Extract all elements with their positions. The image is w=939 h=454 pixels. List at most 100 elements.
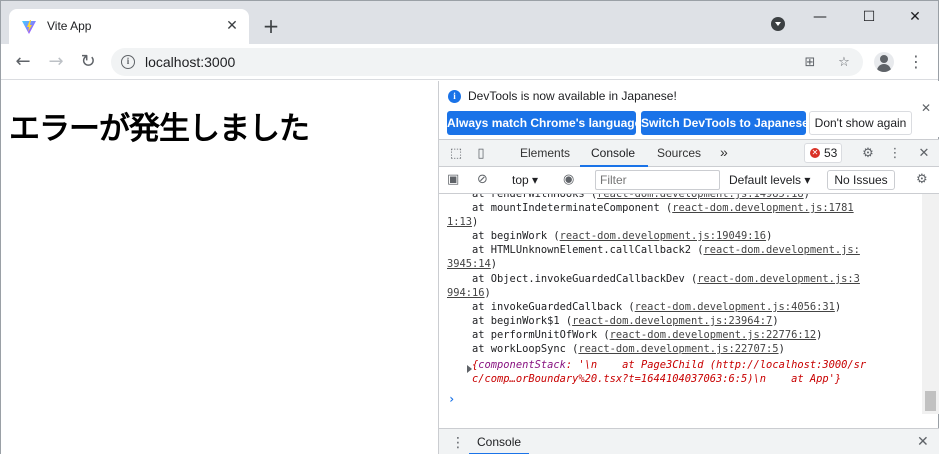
- stack-frame-suffix: ): [472, 216, 479, 228]
- source-link[interactable]: 1:13: [447, 216, 472, 228]
- console-filter-input[interactable]: [595, 170, 720, 190]
- source-link[interactable]: react-dom.development.js:19049:16: [560, 230, 766, 242]
- tab-console[interactable]: Console: [591, 146, 635, 160]
- stack-frame-suffix: ): [778, 343, 785, 355]
- scrollbar-thumb[interactable]: [925, 391, 936, 411]
- error-count: 53: [824, 146, 838, 160]
- browser-tab[interactable]: Vite App ✕: [9, 9, 249, 44]
- stack-frame-suffix: ): [490, 258, 498, 270]
- console-object-line-1[interactable]: {componentStack: '\n at Page3Child (http…: [447, 358, 866, 372]
- stack-frame-text: at HTMLUnknownElement.callCallback2 (: [447, 244, 704, 256]
- devtools-close-icon[interactable]: ✕: [916, 146, 932, 162]
- stack-frame-suffix: ): [834, 301, 842, 313]
- console-stack-line: 1:13): [447, 215, 478, 229]
- context-selector[interactable]: top ▾: [512, 173, 538, 187]
- object-value: : '\n at Page3Child (http://localhost:30…: [565, 359, 867, 371]
- tab-strip: Vite App ✕ + — ☐ ✕: [1, 1, 938, 44]
- stack-frame-text: at workLoopSync (: [447, 343, 579, 355]
- error-icon: ✕: [810, 148, 820, 158]
- context-value: top: [512, 173, 529, 187]
- browser-window: Vite App ✕ + — ☐ ✕ ← → ↻ i localhost:300…: [0, 0, 939, 454]
- new-tab-button[interactable]: +: [259, 14, 283, 38]
- console-toolbar: ▣ ⊘ top ▾ ◉ Default levels ▾ No Issues ⚙: [439, 167, 939, 194]
- source-link[interactable]: 994:16: [447, 287, 485, 299]
- stack-frame-text: at performUnitOfWork (: [447, 329, 610, 341]
- stack-frame-suffix: ): [484, 287, 491, 299]
- log-levels-dropdown[interactable]: Default levels ▾: [729, 173, 810, 187]
- source-link[interactable]: react-dom.development.js:3: [697, 273, 860, 285]
- infobar-message: DevTools is now available in Japanese!: [468, 89, 677, 103]
- console-stack-line: at beginWork$1 (react-dom.development.js…: [447, 314, 779, 328]
- console-object-line-2: c/comp…orBoundary%20.tsx?t=1644104037063…: [447, 372, 841, 386]
- tab-elements[interactable]: Elements: [520, 146, 570, 160]
- more-tabs-icon[interactable]: »: [720, 144, 728, 160]
- source-link[interactable]: react-dom.development.js:23964:7: [572, 315, 772, 327]
- console-scrollbar[interactable]: [922, 194, 939, 414]
- switch-to-japanese-button[interactable]: Switch DevTools to Japanese: [641, 111, 809, 135]
- source-link[interactable]: react-dom.development.js:1781: [672, 202, 853, 214]
- settings-gear-icon[interactable]: ⚙: [860, 146, 876, 162]
- source-link[interactable]: 3945:14: [447, 258, 491, 270]
- site-info-icon[interactable]: i: [121, 55, 135, 69]
- page-content: エラーが発生しました: [1, 81, 438, 454]
- drawer-tab-console[interactable]: Console: [477, 435, 521, 449]
- console-stack-line: at mountIndeterminateComponent (react-do…: [447, 201, 854, 215]
- issues-button[interactable]: No Issues: [827, 170, 895, 190]
- error-count-badge[interactable]: ✕ 53: [804, 143, 842, 163]
- vite-logo-icon: [22, 20, 36, 34]
- console-stack-line: 994:16): [447, 286, 491, 300]
- close-window-button[interactable]: ✕: [892, 5, 938, 29]
- stack-frame-text: at beginWork$1 (: [447, 315, 573, 327]
- stack-frame-text: at Object.invokeGuardedCallbackDev (: [447, 273, 698, 285]
- stack-frame-text: at renderWithHooks (: [447, 194, 598, 200]
- info-icon: i: [448, 90, 461, 103]
- clear-console-icon[interactable]: ⊘: [477, 172, 488, 188]
- console-prompt-icon[interactable]: ›: [448, 392, 455, 406]
- console-stack-line: at HTMLUnknownElement.callCallback2 (rea…: [447, 243, 860, 257]
- source-link[interactable]: react-dom.development.js:14985:18: [597, 194, 803, 200]
- stack-frame-text: at mountIndeterminateComponent (: [447, 202, 673, 214]
- devtools-drawer: ⋮ Console ✕: [439, 428, 939, 454]
- console-stack-line: at invokeGuardedCallback (react-dom.deve…: [447, 300, 841, 314]
- drawer-menu-icon[interactable]: ⋮: [451, 435, 465, 451]
- tab-search-icon[interactable]: [771, 17, 785, 31]
- stack-frame-suffix: ): [803, 194, 810, 200]
- reload-icon[interactable]: ↻: [76, 50, 100, 74]
- maximize-button[interactable]: ☐: [846, 5, 892, 29]
- stack-frame-suffix: ): [766, 230, 773, 242]
- tab-close-icon[interactable]: ✕: [223, 17, 241, 35]
- sidebar-toggle-icon[interactable]: ▣: [447, 172, 459, 188]
- profile-avatar-icon[interactable]: [874, 52, 894, 72]
- bookmark-star-icon[interactable]: ☆: [837, 56, 851, 70]
- address-bar[interactable]: i localhost:3000 ⊞ ☆: [111, 48, 863, 76]
- source-link[interactable]: react-dom.development.js:4056:31: [635, 301, 835, 313]
- console-stack-line: at renderWithHooks (react-dom.developmen…: [447, 194, 810, 201]
- console-settings-gear-icon[interactable]: ⚙: [916, 172, 928, 188]
- devtools-tabbar: ⬚ ▯ Elements Console Sources » ✕ 53 ⚙ ⋮ …: [439, 139, 939, 167]
- minimize-button[interactable]: —: [797, 5, 843, 29]
- devtools-menu-icon[interactable]: ⋮: [887, 146, 903, 162]
- live-expression-eye-icon[interactable]: ◉: [563, 172, 574, 188]
- device-toolbar-icon[interactable]: ▯: [473, 146, 489, 162]
- url-text[interactable]: localhost:3000: [145, 54, 235, 70]
- drawer-close-icon[interactable]: ✕: [917, 434, 929, 450]
- translate-icon[interactable]: ⊞: [803, 56, 817, 70]
- stack-frame-suffix: ): [816, 329, 823, 341]
- source-link[interactable]: react-dom.development.js:: [703, 244, 859, 256]
- forward-arrow-icon[interactable]: →: [44, 50, 68, 74]
- devtools-language-infobar: i DevTools is now available in Japanese!…: [439, 81, 939, 137]
- stack-frame-text: at beginWork (: [447, 230, 560, 242]
- inspect-element-icon[interactable]: ⬚: [448, 146, 464, 162]
- dont-show-again-button[interactable]: Don't show again: [809, 111, 912, 135]
- source-link[interactable]: react-dom.development.js:22707:5: [578, 343, 778, 355]
- source-link[interactable]: react-dom.development.js:22776:12: [610, 329, 816, 341]
- console-stack-line: at performUnitOfWork (react-dom.developm…: [447, 328, 822, 342]
- always-match-language-button[interactable]: Always match Chrome's language: [447, 111, 641, 135]
- browser-menu-icon[interactable]: ⋮: [908, 52, 924, 72]
- tab-sources[interactable]: Sources: [657, 146, 701, 160]
- back-arrow-icon[interactable]: ←: [11, 50, 35, 74]
- tab-title: Vite App: [47, 19, 92, 33]
- infobar-close-icon[interactable]: ✕: [921, 101, 931, 115]
- object-value-cont: c/comp…orBoundary%20.tsx?t=1644104037063…: [472, 373, 842, 385]
- stack-frame-suffix: ): [772, 315, 779, 327]
